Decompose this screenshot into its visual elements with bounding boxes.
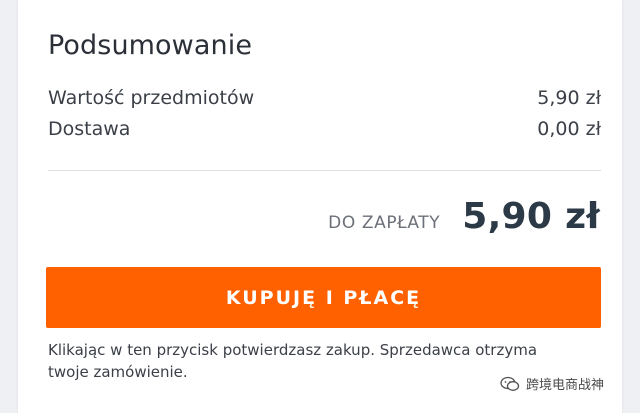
summary-divider	[48, 170, 601, 171]
items-value-amount: 5,90 zł	[537, 87, 601, 109]
purchase-confirmation-note: Klikając w ten przycisk potwierdzasz zak…	[48, 341, 538, 381]
total-row: DO ZAPŁATY 5,90 zł	[328, 196, 600, 237]
delivery-label: Dostawa	[48, 118, 131, 140]
order-summary-card: Podsumowanie Wartość przedmiotów 5,90 zł…	[18, 0, 622, 413]
buy-and-pay-button[interactable]: KUPUJĘ I PŁACĘ	[46, 267, 601, 328]
wechat-icon	[500, 376, 520, 391]
summary-title: Podsumowanie	[48, 30, 253, 61]
items-value-label: Wartość przedmiotów	[48, 87, 255, 109]
items-value-row: Wartość przedmiotów 5,90 zł	[48, 87, 601, 109]
delivery-row: Dostawa 0,00 zł	[48, 118, 601, 140]
total-amount: 5,90 zł	[462, 196, 600, 237]
watermark: 跨境电商战神	[500, 374, 604, 393]
delivery-amount: 0,00 zł	[537, 118, 601, 140]
total-label: DO ZAPŁATY	[328, 213, 441, 233]
watermark-text: 跨境电商战神	[526, 378, 605, 393]
